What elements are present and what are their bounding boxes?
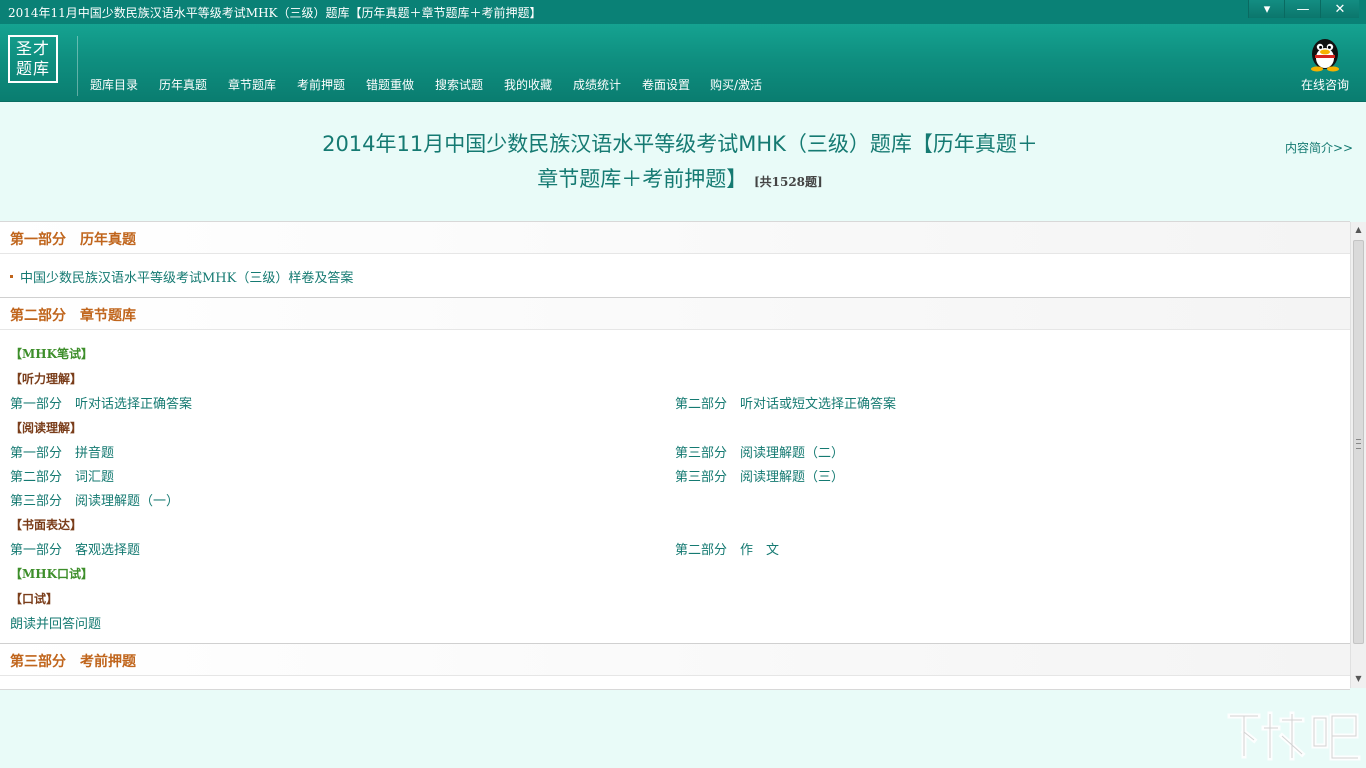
section-header-past-exams: 第一部分 历年真题 xyxy=(0,222,1350,254)
category-writing: 【书面表达】 xyxy=(10,518,83,532)
minimize-icon: — xyxy=(1296,1,1310,17)
chapter-link[interactable]: 第二部分 作 文 xyxy=(675,539,779,558)
app-logo: 圣才 题库 xyxy=(8,35,58,83)
chapter-link[interactable]: 第一部分 拼音题 xyxy=(10,442,114,461)
logo-line1: 圣才 xyxy=(15,39,50,58)
close-button[interactable]: ✕ xyxy=(1320,0,1359,18)
page-title-line2: 章节题库＋考前押题】 xyxy=(537,167,748,191)
app-header: 圣才 题库 题库目录 历年真题 章节题库 考前押题 错题重做 搜索试题 我的收藏… xyxy=(0,24,1366,102)
window-titlebar[interactable]: 2014年11月中国少数民族汉语水平等级考试MHK（三级）题库【历年真题＋章节题… xyxy=(0,0,1366,24)
category-oral: 【口试】 xyxy=(10,592,59,606)
category-mhk-oral: 【MHK口试】 xyxy=(10,567,94,581)
header-divider xyxy=(77,36,78,96)
close-icon: ✕ xyxy=(1334,1,1346,17)
qq-penguin-icon xyxy=(1311,39,1339,72)
nav-purchase[interactable]: 购买/激活 xyxy=(710,76,762,93)
catalog-panel: 第一部分 历年真题 中国少数民族汉语水平等级考试MHK（三级）样卷及答案 第二部… xyxy=(0,221,1350,690)
chapter-link[interactable]: 第三部分 阅读理解题（三） xyxy=(675,466,844,485)
section-title: 第一部分 历年真题 xyxy=(10,232,136,248)
nav-search[interactable]: 搜索试题 xyxy=(435,76,483,93)
chapter-link[interactable]: 第三部分 阅读理解题（二） xyxy=(675,442,844,461)
scroll-up-arrow-icon[interactable]: ▲ xyxy=(1351,222,1366,238)
category-listening: 【听力理解】 xyxy=(10,372,83,386)
nav-settings[interactable]: 卷面设置 xyxy=(642,76,690,93)
chapter-link[interactable]: 第二部分 听对话或短文选择正确答案 xyxy=(675,393,896,412)
window-title: 2014年11月中国少数民族汉语水平等级考试MHK（三级）题库【历年真题＋章节题… xyxy=(8,6,542,20)
section-title: 第三部分 考前押题 xyxy=(10,654,136,670)
nav-past-exams[interactable]: 历年真题 xyxy=(159,76,207,93)
consult-label: 在线咨询 xyxy=(1300,78,1349,92)
menu-dropdown-button[interactable]: ▾ xyxy=(1248,0,1285,18)
nav-redo-wrong[interactable]: 错题重做 xyxy=(366,76,414,93)
section-title: 第二部分 章节题库 xyxy=(10,308,136,324)
intro-link[interactable]: 内容简介>> xyxy=(1285,139,1353,156)
nav-catalog[interactable]: 题库目录 xyxy=(90,76,138,93)
nav-mock-exams[interactable]: 考前押题 xyxy=(297,76,345,93)
page-title: 2014年11月中国少数民族汉语水平等级考试MHK（三级）题库【历年真题＋ 章节… xyxy=(280,127,1080,200)
question-count: [共1528题] xyxy=(753,175,823,189)
grip-icon xyxy=(1356,439,1361,449)
category-reading: 【阅读理解】 xyxy=(10,421,83,435)
page-title-line1: 2014年11月中国少数民族汉语水平等级考试MHK（三级）题库【历年真题＋ xyxy=(322,132,1038,156)
section-header-mock-exams: 第三部分 考前押题 xyxy=(0,644,1350,676)
online-consult-button[interactable]: 在线咨询 xyxy=(1300,32,1350,93)
watermark-logo xyxy=(1227,711,1361,761)
logo-line2: 题库 xyxy=(15,59,50,78)
past-exam-link[interactable]: 中国少数民族汉语水平等级考试MHK（三级）样卷及答案 xyxy=(20,267,353,286)
nav-statistics[interactable]: 成绩统计 xyxy=(573,76,621,93)
scroll-down-arrow-icon[interactable]: ▼ xyxy=(1351,671,1366,687)
scroll-thumb[interactable] xyxy=(1353,240,1364,644)
minimize-button[interactable]: — xyxy=(1284,0,1321,18)
category-mhk-written: 【MHK笔试】 xyxy=(10,347,94,361)
chapter-link[interactable]: 第一部分 听对话选择正确答案 xyxy=(10,393,192,412)
nav-favorites[interactable]: 我的收藏 xyxy=(504,76,552,93)
vertical-scrollbar[interactable]: ▲ ▼ xyxy=(1350,222,1366,688)
chevron-down-icon: ▾ xyxy=(1263,1,1271,17)
bullet-icon xyxy=(10,275,13,278)
chapter-link[interactable]: 第一部分 客观选择题 xyxy=(10,539,140,558)
chapter-link[interactable]: 朗读并回答问题 xyxy=(10,613,101,632)
nav-chapter-bank[interactable]: 章节题库 xyxy=(228,76,276,93)
section-header-chapter-bank: 第二部分 章节题库 xyxy=(0,298,1350,330)
chapter-link[interactable]: 第三部分 阅读理解题（一） xyxy=(10,490,179,509)
chapter-link[interactable]: 第二部分 词汇题 xyxy=(10,466,114,485)
